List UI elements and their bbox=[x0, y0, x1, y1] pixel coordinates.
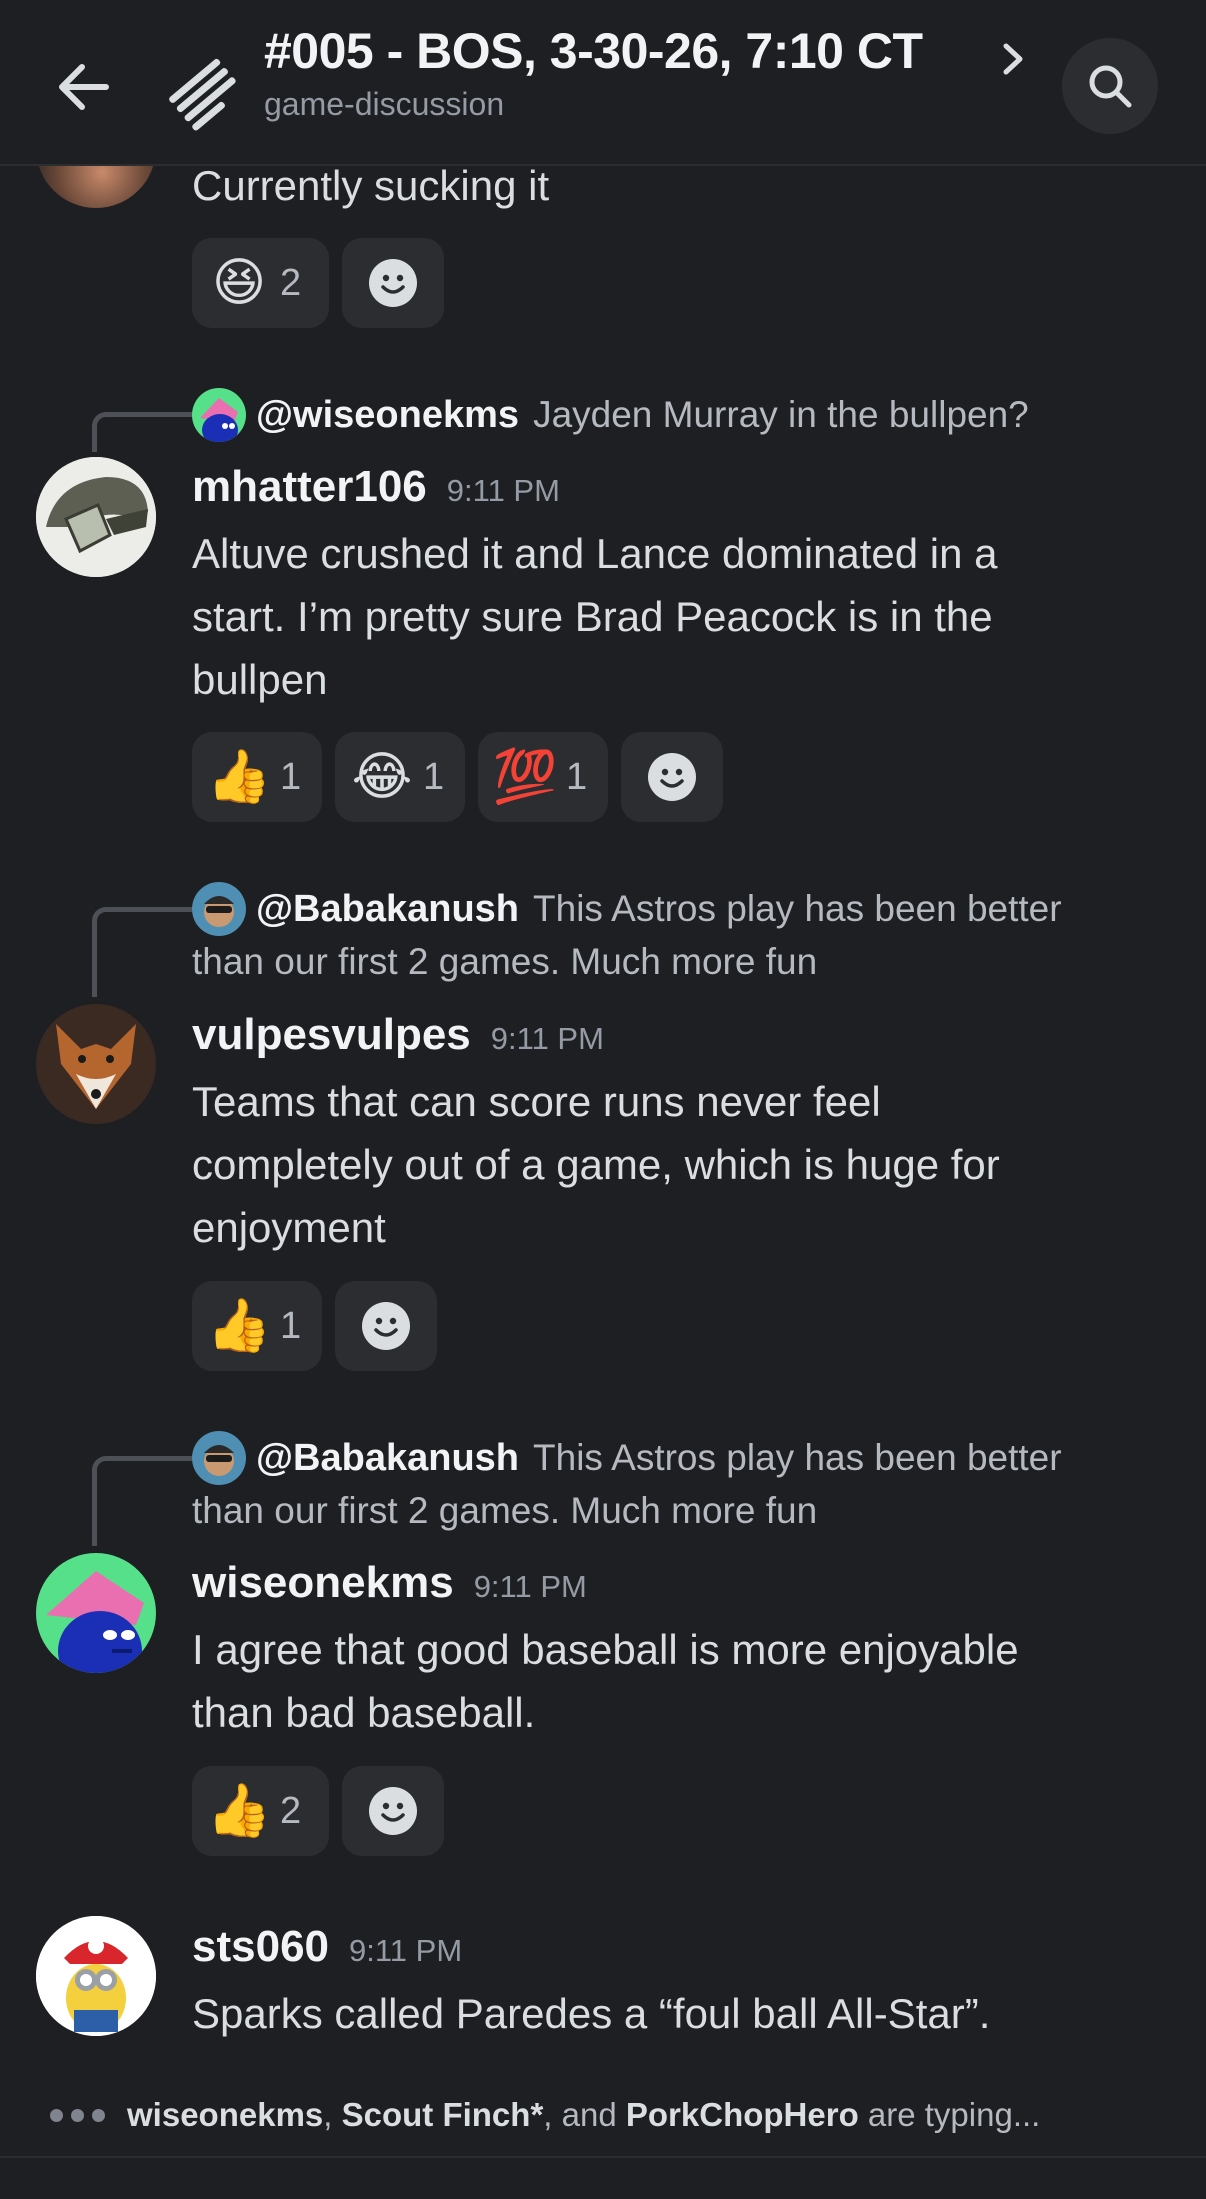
avatar[interactable] bbox=[36, 457, 156, 577]
chat-screen: #005 - BOS, 3-30-26, 7:10 CT game-discus… bbox=[0, 0, 1206, 2199]
laughing-emoji-icon: 😆 bbox=[211, 254, 267, 312]
joy-emoji-icon: 😂 bbox=[351, 748, 413, 806]
add-reaction-button[interactable] bbox=[342, 1766, 444, 1856]
thumbs-up-emoji-icon: 👍 bbox=[206, 1297, 272, 1355]
typing-user: PorkChopHero bbox=[625, 2096, 859, 2133]
message-header: wiseonekms 9:11 PM bbox=[192, 1558, 587, 1608]
reactions-bar: 👍 2 bbox=[192, 1766, 444, 1856]
message-line: than bad baseball. bbox=[192, 1689, 536, 1736]
reply-preview[interactable]: @wiseonekms Jayden Murray in the bullpen… bbox=[192, 388, 1029, 442]
thumbs-up-emoji-icon: 👍 bbox=[206, 1782, 272, 1840]
message-header: mhatter106 9:11 PM bbox=[192, 462, 560, 512]
channel-header: #005 - BOS, 3-30-26, 7:10 CT game-discus… bbox=[0, 0, 1206, 166]
thread-icon bbox=[164, 52, 244, 132]
add-reaction-button[interactable] bbox=[342, 238, 444, 328]
message-line: completely out of a game, which is huge … bbox=[192, 1141, 1000, 1188]
hundred-emoji-icon: 💯 bbox=[492, 748, 558, 806]
add-reaction-button[interactable] bbox=[621, 732, 723, 822]
avatar[interactable] bbox=[36, 1553, 156, 1673]
username[interactable]: vulpesvulpes bbox=[192, 1010, 471, 1060]
reply-text: This Astros play has been better bbox=[533, 1437, 1062, 1478]
channel-title[interactable]: #005 - BOS, 3-30-26, 7:10 CT bbox=[264, 22, 1044, 80]
message-text: Teams that can score runs never feel com… bbox=[192, 1070, 1172, 1259]
timestamp: 9:11 PM bbox=[349, 1933, 463, 1968]
reply-connector bbox=[92, 412, 192, 452]
typing-user: Scout Finch* bbox=[341, 2096, 544, 2133]
message-header: sts060 9:11 PM bbox=[192, 1922, 462, 1972]
reactions-bar: 😆 2 bbox=[192, 238, 444, 328]
search-button[interactable] bbox=[1062, 38, 1158, 134]
reply-avatar bbox=[192, 1431, 246, 1485]
reply-text-continued: than our first 2 games. Much more fun bbox=[192, 1490, 818, 1531]
message-line: Altuve crushed it and Lance dominated in… bbox=[192, 530, 998, 577]
smiley-add-reaction-icon bbox=[369, 1787, 417, 1835]
reaction-chip[interactable]: 💯 1 bbox=[478, 732, 608, 822]
reply-text: Jayden Murray in the bullpen? bbox=[533, 394, 1029, 435]
reply-avatar bbox=[192, 388, 246, 442]
reply-username[interactable]: @wiseonekms bbox=[256, 394, 519, 437]
channel-subtitle: game-discussion bbox=[264, 86, 505, 122]
typing-indicator: wiseonekms , Scout Finch* , and PorkChop… bbox=[50, 2096, 1040, 2134]
typing-suffix: are typing... bbox=[858, 2096, 1041, 2133]
typing-dots-icon bbox=[50, 2108, 105, 2122]
smiley-add-reaction-icon bbox=[648, 753, 696, 801]
reactions-bar: 👍 1 bbox=[192, 1281, 437, 1371]
thumbs-up-emoji-icon: 👍 bbox=[206, 748, 272, 806]
username[interactable]: mhatter106 bbox=[192, 462, 427, 512]
typing-separator: , bbox=[323, 2096, 342, 2133]
message-line: start. I’m pretty sure Brad Peacock is i… bbox=[192, 593, 993, 640]
message-line: enjoyment bbox=[192, 1204, 386, 1251]
message-header: vulpesvulpes 9:11 PM bbox=[192, 1010, 604, 1060]
message-line: bullpen bbox=[192, 656, 328, 703]
reaction-count: 1 bbox=[566, 755, 588, 798]
message-line: Sparks called Paredes a “foul ball All-S… bbox=[192, 1990, 991, 2037]
timestamp: 9:11 PM bbox=[446, 473, 560, 508]
reply-preview[interactable]: @Babakanush This Astros play has been be… bbox=[192, 1431, 1062, 1485]
reactions-bar: 👍 1 😂 1 💯 1 bbox=[192, 732, 723, 822]
message-text: Altuve crushed it and Lance dominated in… bbox=[192, 522, 1172, 711]
reaction-chip[interactable]: 😂 1 bbox=[335, 732, 465, 822]
reaction-chip[interactable]: 👍 2 bbox=[192, 1766, 329, 1856]
search-icon bbox=[1089, 65, 1132, 108]
message-text: I agree that good baseball is more enjoy… bbox=[192, 1618, 1172, 1744]
reply-avatar bbox=[192, 882, 246, 936]
reaction-count: 1 bbox=[280, 755, 302, 798]
username[interactable]: wiseonekms bbox=[192, 1558, 454, 1608]
reply-connector bbox=[92, 907, 192, 997]
reply-connector bbox=[92, 1456, 192, 1546]
reaction-chip[interactable]: 😆 2 bbox=[192, 238, 329, 328]
add-reaction-button[interactable] bbox=[335, 1281, 437, 1371]
smiley-add-reaction-icon bbox=[362, 1302, 410, 1350]
avatar[interactable] bbox=[36, 1916, 156, 2036]
typing-separator: , and bbox=[543, 2096, 626, 2133]
smiley-add-reaction-icon bbox=[369, 259, 417, 307]
reaction-count: 1 bbox=[280, 1304, 302, 1347]
reaction-count: 1 bbox=[423, 755, 445, 798]
timestamp: 9:11 PM bbox=[490, 1021, 604, 1056]
message-text: Sparks called Paredes a “foul ball All-S… bbox=[192, 1982, 1172, 2045]
reaction-count: 2 bbox=[280, 261, 302, 304]
reply-preview[interactable]: @Babakanush This Astros play has been be… bbox=[192, 882, 1062, 936]
back-button[interactable] bbox=[50, 52, 120, 122]
reaction-chip[interactable]: 👍 1 bbox=[192, 1281, 322, 1371]
typing-user: wiseonekms bbox=[127, 2096, 324, 2133]
chevron-right-icon bbox=[1003, 43, 1023, 75]
header-title-block[interactable]: #005 - BOS, 3-30-26, 7:10 CT game-discus… bbox=[264, 22, 1044, 123]
arrow-left-icon bbox=[59, 64, 109, 110]
message-line: I agree that good baseball is more enjoy… bbox=[192, 1626, 1019, 1673]
username[interactable]: sts060 bbox=[192, 1922, 329, 1972]
reply-username[interactable]: @Babakanush bbox=[256, 888, 519, 931]
timestamp: 9:11 PM bbox=[473, 1569, 587, 1604]
message-line: Teams that can score runs never feel bbox=[192, 1078, 881, 1125]
reaction-count: 2 bbox=[280, 1789, 302, 1832]
reply-username[interactable]: @Babakanush bbox=[256, 1437, 519, 1480]
composer-bar bbox=[0, 2156, 1206, 2199]
reply-text: This Astros play has been better bbox=[533, 888, 1062, 929]
avatar[interactable] bbox=[36, 1004, 156, 1124]
reaction-chip[interactable]: 👍 1 bbox=[192, 732, 322, 822]
reply-text-continued: than our first 2 games. Much more fun bbox=[192, 941, 818, 982]
